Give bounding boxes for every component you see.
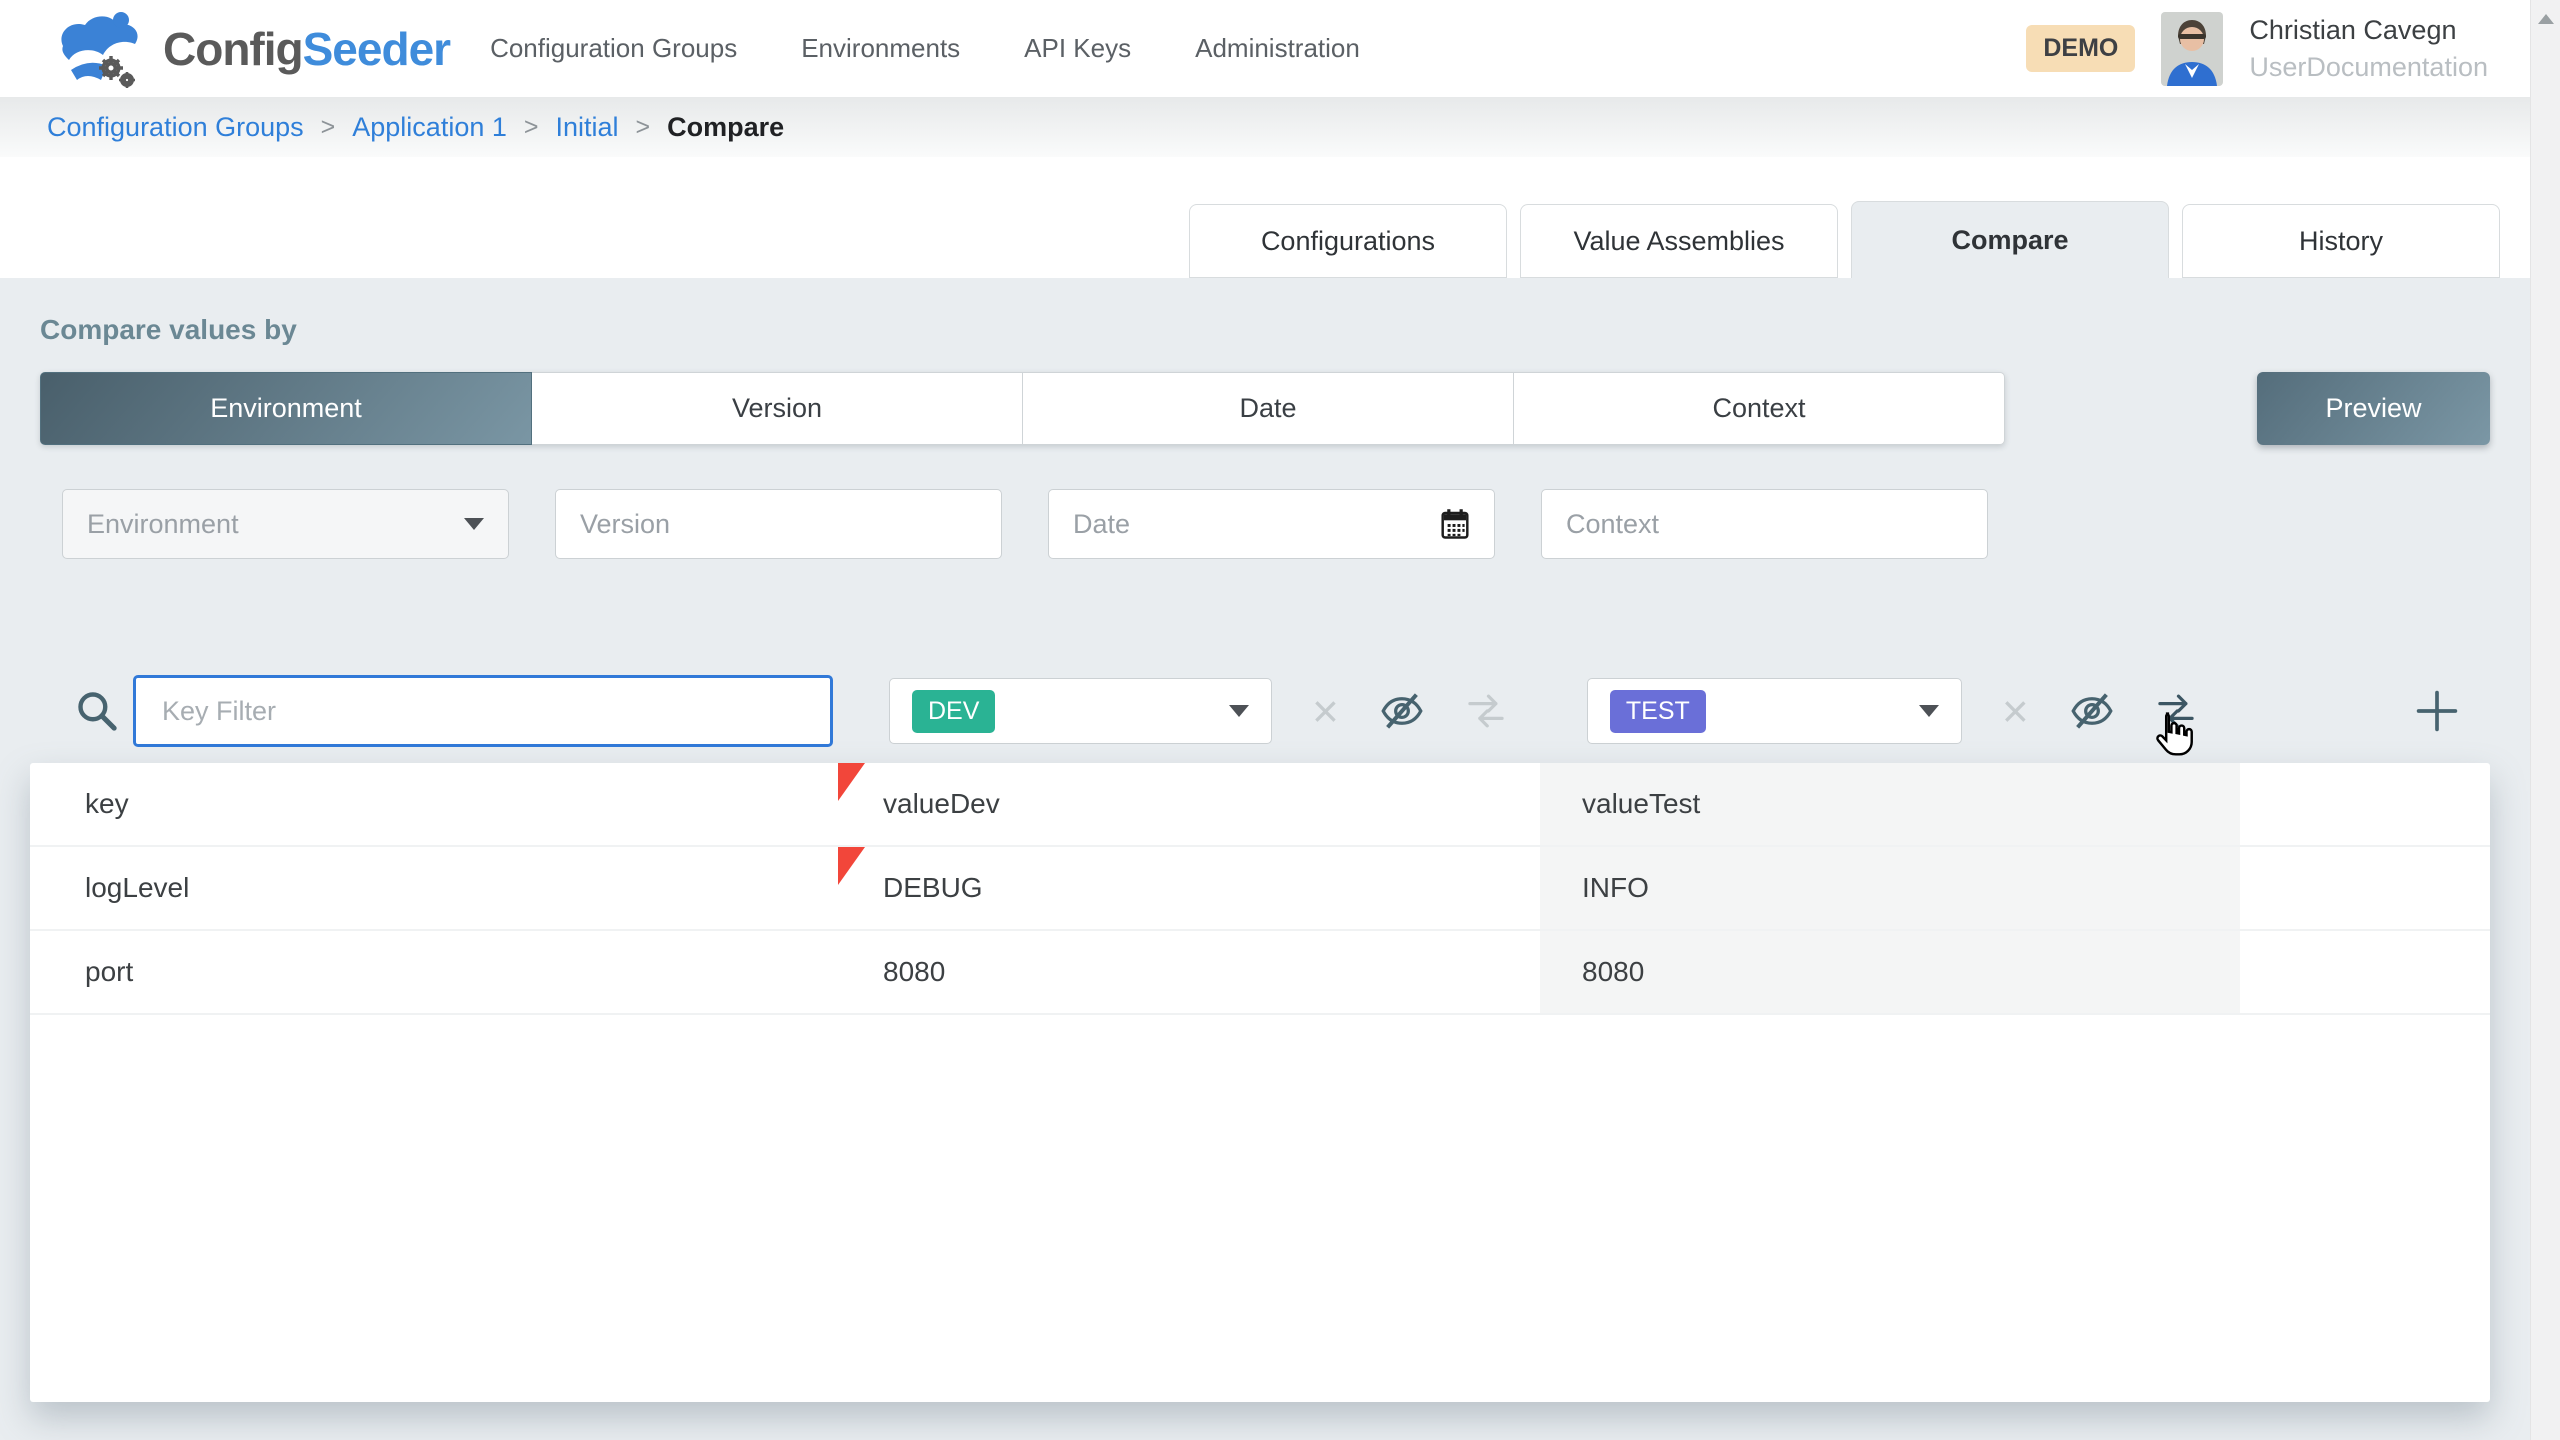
dev-value-cell: valueDev [838,763,1540,845]
environment-select[interactable]: Environment [62,489,509,559]
chevron-down-icon [464,518,484,530]
breadcrumb-initial[interactable]: Initial [555,112,618,143]
test-value: valueTest [1582,788,1700,820]
nav-configuration-groups[interactable]: Configuration Groups [490,33,737,64]
key-cell: key [30,763,838,845]
test-value: INFO [1582,872,1649,904]
section-label: Compare values by [40,314,2490,346]
version-placeholder: Version [580,509,670,540]
context-placeholder: Context [1566,509,1659,540]
breadcrumb-separator: > [636,113,651,142]
compare-mode-group: Environment Version Date Context [40,372,2005,445]
demo-badge: DEMO [2026,25,2135,72]
dev-transfer-values-button[interactable] [1465,690,1507,732]
tab-configurations[interactable]: Configurations [1189,204,1507,278]
compare-table: key valueDev valueTest logLevel DEBUG IN… [30,763,2490,1402]
diff-flag-icon [838,847,865,885]
main-nav: Configuration Groups Environments API Ke… [490,33,1360,64]
mode-environment-button[interactable]: Environment [40,372,532,445]
environment-select-placeholder: Environment [87,509,239,540]
user-name: Christian Cavegn [2249,12,2488,48]
plus-icon [2414,688,2460,734]
dev-hide-column-button[interactable] [1379,688,1425,734]
transfer-arrows-icon [2155,690,2197,732]
nav-api-keys[interactable]: API Keys [1024,33,1131,64]
dev-environment-badge: DEV [912,690,995,733]
chevron-down-icon [1919,705,1939,717]
preview-button[interactable]: Preview [2257,372,2490,445]
app-window: ConfigSeeder Configuration Groups Enviro… [0,0,2530,1440]
chevron-down-icon [1229,705,1249,717]
mode-version-button[interactable]: Version [532,372,1023,445]
date-field[interactable]: Date [1048,489,1495,559]
version-field[interactable]: Version [555,489,1002,559]
test-transfer-values-button[interactable] [2155,690,2197,732]
tab-history[interactable]: History [2182,204,2500,278]
compare-column-select-dev[interactable]: DEV [889,678,1272,744]
test-hide-column-button[interactable] [2069,688,2115,734]
nav-environments[interactable]: Environments [801,33,960,64]
user-tenant: UserDocumentation [2249,49,2488,85]
key-cell: port [30,931,838,1013]
close-icon: × [2002,688,2029,734]
breadcrumb-separator: > [524,113,539,142]
mode-date-button[interactable]: Date [1023,372,1514,445]
search-icon [75,689,119,733]
context-field[interactable]: Context [1541,489,1988,559]
mode-context-button[interactable]: Context [1514,372,2005,445]
breadcrumb-configuration-groups[interactable]: Configuration Groups [47,112,304,143]
app-title: ConfigSeeder [163,22,450,76]
user-menu[interactable]: Christian Cavegn UserDocumentation [2249,12,2488,85]
tab-bar: Configurations Value Assemblies Compare … [0,157,2530,278]
avatar[interactable] [2161,12,2223,86]
dev-value: 8080 [883,956,945,988]
test-value-cell: 8080 [1540,931,2240,1013]
eye-slash-icon [1379,688,1425,734]
filter-input-row: Environment Version Date [40,489,2490,559]
dev-value-cell: 8080 [838,931,1540,1013]
table-row[interactable]: logLevel DEBUG INFO [30,847,2490,931]
app-header: ConfigSeeder Configuration Groups Enviro… [0,0,2530,97]
header-right: DEMO Christian Cavegn UserDocumentation [2026,12,2530,86]
compare-panel: Compare values by Environment Version Da… [0,278,2530,1402]
dev-value: valueDev [883,788,1000,820]
date-placeholder: Date [1073,509,1130,540]
nav-administration[interactable]: Administration [1195,33,1360,64]
key-filter-row: DEV × TEST [40,675,2490,747]
scroll-up-arrow-icon[interactable] [2538,14,2554,24]
eye-slash-icon [2069,688,2115,734]
test-value-cell: valueTest [1540,763,2240,845]
breadcrumb-current-compare: Compare [667,112,784,143]
app-logo[interactable]: ConfigSeeder [55,8,450,90]
test-value: 8080 [1582,956,1644,988]
key-filter-input[interactable] [133,675,833,747]
breadcrumb-separator: > [321,113,336,142]
breadcrumb-application-1[interactable]: Application 1 [352,112,507,143]
tab-compare[interactable]: Compare [1851,201,2169,278]
table-row[interactable]: key valueDev valueTest [30,763,2490,847]
key-cell: logLevel [30,847,838,929]
tab-value-assemblies[interactable]: Value Assemblies [1520,204,1838,278]
calendar-icon[interactable] [1440,508,1470,540]
test-value-cell: INFO [1540,847,2240,929]
diff-flag-icon [838,763,865,801]
table-row[interactable]: port 8080 8080 [30,931,2490,1015]
test-clear-button[interactable]: × [2002,688,2029,734]
compare-mode-row: Environment Version Date Context Preview [40,372,2490,445]
dev-clear-button[interactable]: × [1312,688,1339,734]
add-compare-column-button[interactable] [2414,688,2460,734]
transfer-arrows-icon [1465,690,1507,732]
vertical-scrollbar[interactable] [2530,0,2560,1440]
configseeder-logo-icon [55,8,147,90]
dev-value: DEBUG [883,872,983,904]
compare-column-select-test[interactable]: TEST [1587,678,1962,744]
breadcrumb: Configuration Groups > Application 1 > I… [0,97,2530,157]
close-icon: × [1312,688,1339,734]
test-environment-badge: TEST [1610,690,1706,733]
dev-value-cell: DEBUG [838,847,1540,929]
